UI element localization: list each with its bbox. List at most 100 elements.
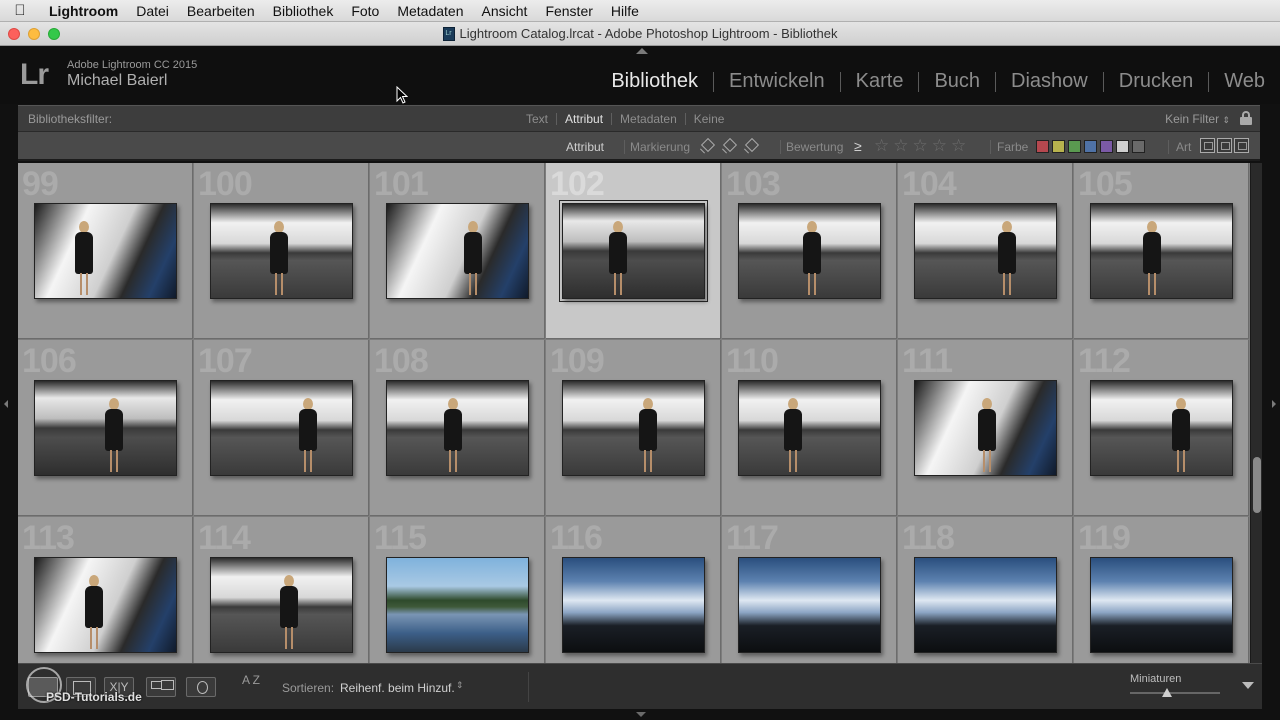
photo-thumbnail[interactable] xyxy=(210,557,353,653)
menu-datei[interactable]: Datei xyxy=(127,3,178,19)
photo-thumbnail[interactable] xyxy=(559,200,708,302)
star-icon[interactable]: ☆ xyxy=(893,136,908,156)
star-icon[interactable]: ☆ xyxy=(932,136,947,156)
photo-thumbnail[interactable] xyxy=(1090,380,1233,476)
module-web[interactable]: Web xyxy=(1209,70,1280,93)
module-diashow[interactable]: Diashow xyxy=(996,70,1103,93)
color-swatch-blue[interactable] xyxy=(1084,140,1097,153)
color-swatch-none[interactable] xyxy=(1132,140,1145,153)
flag-picked-icon[interactable] xyxy=(698,138,718,154)
photo-thumbnail[interactable] xyxy=(34,557,177,653)
lock-icon[interactable] xyxy=(1240,111,1252,125)
photo-thumbnail[interactable] xyxy=(386,380,529,476)
grid-cell[interactable]: 105 xyxy=(1074,163,1249,339)
photo-thumbnail[interactable] xyxy=(1090,203,1233,299)
grid-cell[interactable]: 118 xyxy=(898,517,1073,663)
grid-scrollbar[interactable] xyxy=(1250,163,1262,663)
grid-cell[interactable]: 102 xyxy=(546,163,721,339)
grid-cell[interactable]: 108 xyxy=(370,340,545,516)
sort-direction-icon[interactable]: A Z xyxy=(242,674,272,697)
color-swatch-yellow[interactable] xyxy=(1052,140,1065,153)
grid-cell[interactable]: 111 xyxy=(898,340,1073,516)
grid-cell[interactable]: 103 xyxy=(722,163,897,339)
thumbnail-size-slider-knob[interactable] xyxy=(1162,688,1172,697)
color-swatch-red[interactable] xyxy=(1036,140,1049,153)
photo-thumbnail[interactable] xyxy=(386,203,529,299)
flag-rejected-icon[interactable] xyxy=(742,138,762,154)
grid-cell[interactable]: 106 xyxy=(18,340,193,516)
grid-cell[interactable]: 100 xyxy=(194,163,369,339)
star-icon[interactable]: ☆ xyxy=(951,136,966,156)
menu-hilfe[interactable]: Hilfe xyxy=(602,3,648,19)
flag-unflagged-icon[interactable] xyxy=(720,138,740,154)
filter-preset-dropdown[interactable]: Kein Filter ⇕ xyxy=(1165,112,1230,126)
virtual-copy-icon[interactable] xyxy=(1217,138,1232,153)
filter-tab-metadaten[interactable]: Metadaten xyxy=(612,112,685,126)
menu-foto[interactable]: Foto xyxy=(342,3,388,19)
grid-cell[interactable]: 101 xyxy=(370,163,545,339)
grid-cell[interactable]: 112 xyxy=(1074,340,1249,516)
apple-icon[interactable]:  xyxy=(0,2,40,19)
photo-thumbnail[interactable] xyxy=(738,557,881,653)
photo-thumbnail[interactable] xyxy=(914,557,1057,653)
star-icon[interactable]: ☆ xyxy=(913,136,928,156)
grid-cell[interactable]: 116 xyxy=(546,517,721,663)
minimize-window-button[interactable] xyxy=(28,28,40,40)
menu-bearbeiten[interactable]: Bearbeiten xyxy=(178,3,264,19)
photo-thumbnail[interactable] xyxy=(210,203,353,299)
filter-tab-keine[interactable]: Keine xyxy=(686,112,733,126)
grid-cell[interactable]: 115 xyxy=(370,517,545,663)
thumbnail-grid[interactable]: 99 100 101 102 103 104 105 106 107 108 109 110 111 11… xyxy=(18,163,1250,663)
photo-thumbnail[interactable] xyxy=(386,557,529,653)
menu-app[interactable]: Lightroom xyxy=(40,3,127,19)
grid-cell[interactable]: 99 xyxy=(18,163,193,339)
chevron-updown-icon[interactable]: ⇕ xyxy=(456,680,464,691)
grid-cell[interactable]: 109 xyxy=(546,340,721,516)
photo-thumbnail[interactable] xyxy=(34,203,177,299)
top-panel-toggle-icon[interactable] xyxy=(636,48,648,54)
grid-cell[interactable]: 117 xyxy=(722,517,897,663)
photo-thumbnail[interactable] xyxy=(34,380,177,476)
photo-thumbnail[interactable] xyxy=(914,380,1057,476)
sort-order-select[interactable]: Reihenf. beim Hinzuf. xyxy=(340,681,455,695)
grid-cell[interactable]: 119 xyxy=(1074,517,1249,663)
grid-cell[interactable]: 114 xyxy=(194,517,369,663)
grid-cell[interactable]: 110 xyxy=(722,340,897,516)
toolbar-options-chevron-icon[interactable] xyxy=(1242,682,1254,689)
photo-thumbnail[interactable] xyxy=(562,380,705,476)
left-panel-toggle-icon[interactable] xyxy=(4,400,8,408)
photo-thumbnail[interactable] xyxy=(1090,557,1233,653)
video-icon[interactable] xyxy=(1234,138,1249,153)
menu-metadaten[interactable]: Metadaten xyxy=(388,3,472,19)
photo-thumbnail[interactable] xyxy=(914,203,1057,299)
photo-thumbnail[interactable] xyxy=(738,203,881,299)
star-icon[interactable]: ☆ xyxy=(874,136,889,156)
grid-cell[interactable]: 107 xyxy=(194,340,369,516)
color-swatch-green[interactable] xyxy=(1068,140,1081,153)
color-swatch-other[interactable] xyxy=(1116,140,1129,153)
filter-tab-text[interactable]: Text xyxy=(518,112,556,126)
survey-view-icon[interactable] xyxy=(146,677,176,697)
module-buch[interactable]: Buch xyxy=(919,70,995,93)
rating-operator[interactable]: ≥ xyxy=(854,138,862,154)
photo-thumbnail[interactable] xyxy=(210,380,353,476)
maximize-window-button[interactable] xyxy=(48,28,60,40)
color-swatch-purple[interactable] xyxy=(1100,140,1113,153)
thumbnail-size-slider[interactable] xyxy=(1130,692,1220,694)
menu-ansicht[interactable]: Ansicht xyxy=(473,3,537,19)
close-window-button[interactable] xyxy=(8,28,20,40)
filter-tab-attribut[interactable]: Attribut xyxy=(557,112,611,126)
module-bibliothek[interactable]: Bibliothek xyxy=(596,70,713,93)
grid-cell[interactable]: 113 xyxy=(18,517,193,663)
grid-cell[interactable]: 104 xyxy=(898,163,1073,339)
photo-thumbnail[interactable] xyxy=(738,380,881,476)
scrollbar-thumb[interactable] xyxy=(1253,457,1261,513)
people-view-icon[interactable] xyxy=(186,677,216,697)
right-panel-toggle-icon[interactable] xyxy=(1272,400,1276,408)
master-photo-icon[interactable] xyxy=(1200,138,1215,153)
module-drucken[interactable]: Drucken xyxy=(1104,70,1208,93)
module-entwickeln[interactable]: Entwickeln xyxy=(714,70,840,93)
module-karte[interactable]: Karte xyxy=(841,70,919,93)
menu-bibliothek[interactable]: Bibliothek xyxy=(264,3,343,19)
menu-fenster[interactable]: Fenster xyxy=(536,3,601,19)
